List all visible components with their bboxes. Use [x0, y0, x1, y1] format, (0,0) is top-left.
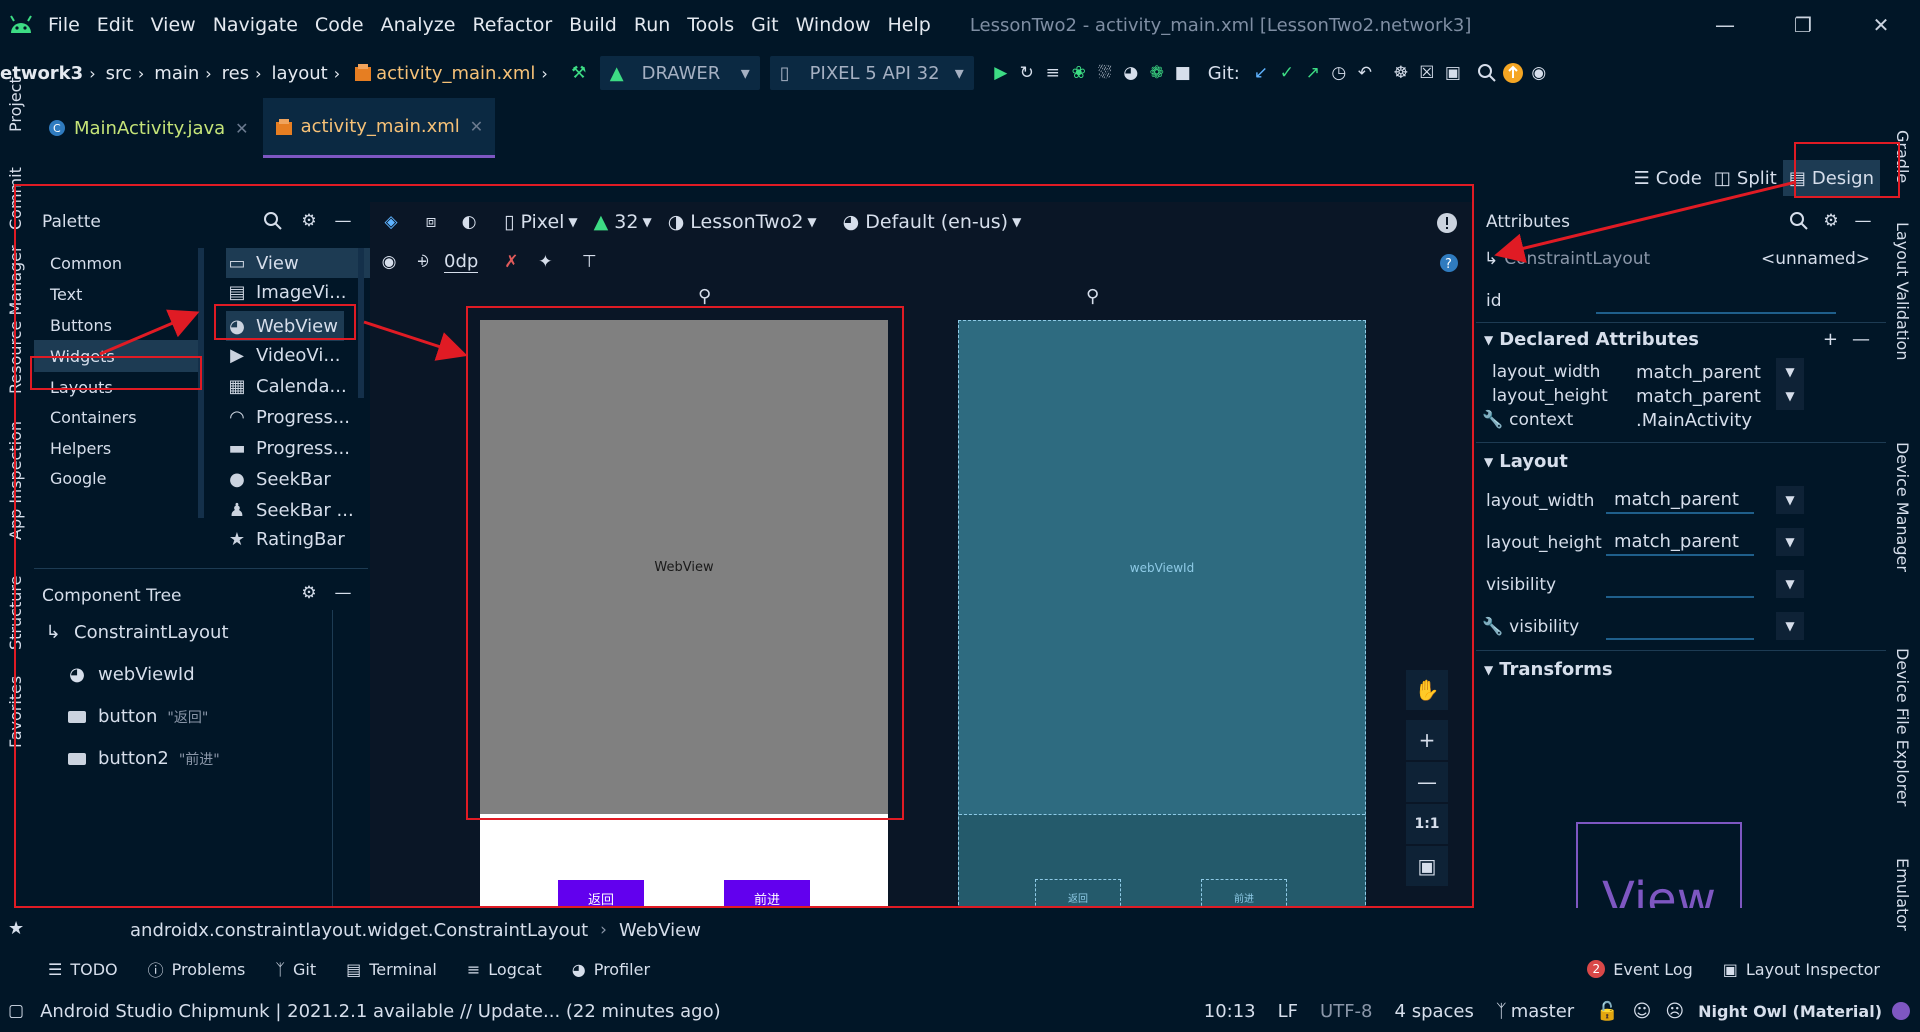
annotation-arrows [99, 180, 1797, 361]
